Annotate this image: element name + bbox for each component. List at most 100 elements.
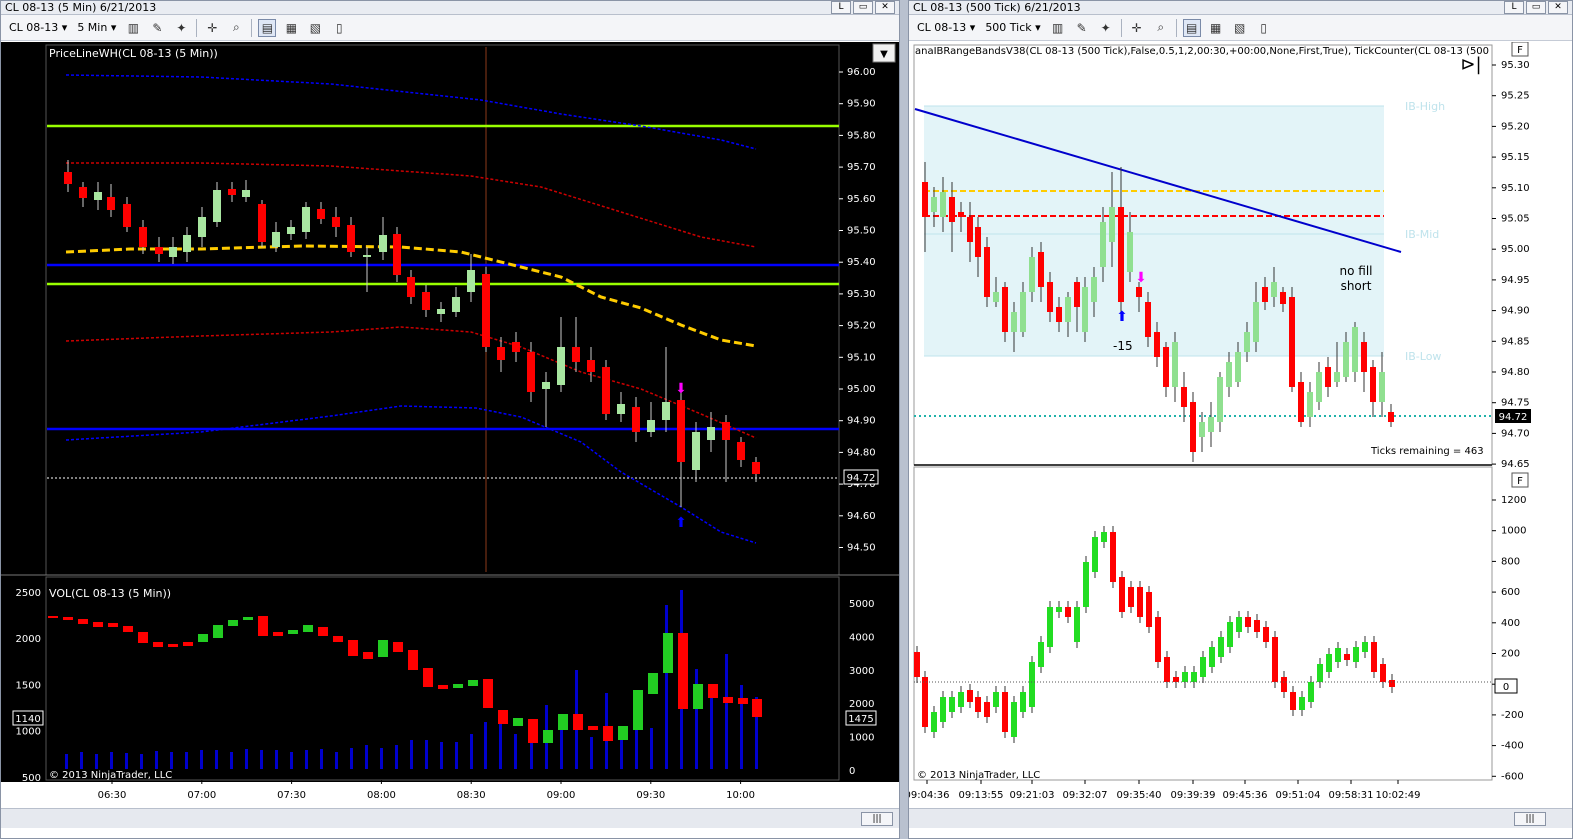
right-interval-selector[interactable]: 500 Tick ▾ (983, 20, 1042, 35)
left-volume-bar (155, 751, 158, 769)
right-copyright: © 2013 NinjaTrader, LLC (917, 770, 1040, 781)
left-maximize-button[interactable]: ▭ (853, 1, 873, 14)
left-price-tick: 95.40 (847, 257, 876, 268)
left-volume-bar (230, 752, 233, 769)
left-scroll-thumb[interactable]: ||| (861, 812, 893, 826)
left-time-tick: 07:00 (187, 790, 216, 801)
right-lower-candle (1110, 526, 1116, 588)
left-price-tick: 95.20 (847, 321, 876, 332)
right-chart-canvas[interactable]: IB-High IB-Mid IB-Low anaIBRangeBandsV38… (909, 42, 1572, 827)
left-candle (258, 200, 266, 247)
right-lower-candle (1119, 571, 1125, 618)
left-volume-bar (125, 753, 128, 769)
left-volume-candle (48, 616, 58, 618)
left-volume-candle (588, 726, 598, 730)
chart-properties-icon[interactable]: ▧ (306, 19, 324, 37)
right-time-tick: 09:32:07 (1063, 790, 1108, 801)
left-volume-candle (333, 636, 343, 642)
left-volume-candle (633, 690, 643, 730)
right-last-price: 94.72 (1499, 412, 1528, 423)
left-price-tick: 95.50 (847, 226, 876, 237)
strategy-icon[interactable]: ▯ (330, 19, 348, 37)
bar-style-icon[interactable]: ▥ (1049, 19, 1067, 37)
strategy-icon[interactable]: ▯ (1255, 19, 1273, 37)
left-volume-candle (318, 627, 328, 636)
chart-properties-icon[interactable]: ▧ (1231, 19, 1249, 37)
crosshair-icon[interactable]: ✛ (1128, 19, 1146, 37)
annotation-no-fill: no fill (1340, 264, 1373, 278)
left-volume-bar (305, 750, 308, 769)
right-time-tick: 09:35:40 (1117, 790, 1162, 801)
left-chart-canvas[interactable]: ▼ PriceLineWH(CL 08-13 (5 Min)) VOL(CL 0… (1, 42, 899, 827)
left-price-tick: 94.80 (847, 447, 876, 458)
left-volume-bar (95, 754, 98, 769)
left-volume-candle (528, 719, 538, 743)
right-lower-tick: 400 (1501, 618, 1520, 629)
right-lower-candle (1011, 696, 1017, 743)
left-volume-tick-left: 1000 (16, 727, 41, 738)
right-scroll-thumb[interactable]: ||| (1514, 812, 1546, 826)
right-title: CL 08-13 (500 Tick) 6/21/2013 (913, 1, 1081, 14)
left-volume-bar (425, 740, 428, 769)
left-volume-candle (693, 684, 703, 709)
drawing-tool-icon[interactable]: ✎ (1073, 19, 1091, 37)
left-volume-bar (260, 750, 263, 769)
left-volume-bar (470, 734, 473, 769)
left-volume-candle (453, 684, 463, 688)
left-volume-bar (290, 752, 293, 769)
window-splitter[interactable] (900, 0, 908, 839)
bar-style-icon[interactable]: ▥ (124, 19, 142, 37)
left-volume-candle (738, 698, 748, 704)
crosshair-icon[interactable]: ✛ (203, 19, 221, 37)
left-volume-candle (93, 622, 103, 627)
right-lower-candle (1272, 631, 1278, 688)
chart-style-icon[interactable]: ▤ (258, 18, 277, 37)
zoom-icon[interactable]: ⌕ (227, 19, 245, 37)
chart-style-icon[interactable]: ▤ (1182, 18, 1201, 37)
indicator-icon[interactable]: ✦ (172, 19, 190, 37)
left-price-tick: 96.00 (847, 67, 876, 78)
zoom-icon[interactable]: ⌕ (1152, 19, 1170, 37)
left-link-button[interactable]: L (831, 1, 851, 14)
right-price-tick: 94.70 (1501, 428, 1530, 439)
left-volume-candle (213, 625, 223, 638)
right-lower-tick: 200 (1501, 649, 1520, 660)
indicator-icon[interactable]: ✦ (1097, 19, 1115, 37)
left-close-button[interactable]: ✕ (875, 1, 895, 14)
left-volume-bar (725, 654, 728, 769)
left-horizontal-scrollbar[interactable]: ||| (1, 808, 899, 828)
drawing-tool-icon[interactable]: ✎ (148, 19, 166, 37)
right-instrument-selector[interactable]: CL 08-13 ▾ (915, 20, 977, 35)
right-close-button[interactable]: ✕ (1548, 1, 1568, 14)
left-volume-candle (438, 685, 448, 689)
svg-text:⬇: ⬇ (1135, 270, 1147, 286)
ib-low-label: IB-Low (1405, 350, 1441, 363)
right-time-tick: 10:02:49 (1376, 790, 1421, 801)
left-volume-label: VOL(CL 08-13 (5 Min)) (49, 587, 171, 600)
right-lower-tick: -400 (1501, 741, 1524, 752)
left-volume-bar (320, 749, 323, 769)
left-time-tick: 08:00 (367, 790, 396, 801)
trade-marker-label: -15 (1113, 339, 1133, 353)
data-box-icon[interactable]: ▦ (282, 19, 300, 37)
left-volume-candle (393, 642, 403, 652)
left-candle (482, 267, 490, 352)
right-maximize-button[interactable]: ▭ (1526, 1, 1546, 14)
left-volume-bar (245, 749, 248, 769)
left-volume-candle (423, 668, 433, 687)
right-price-tick: 94.85 (1501, 336, 1530, 347)
left-price-tick: 94.90 (847, 416, 876, 427)
left-instrument-selector[interactable]: CL 08-13 ▾ (7, 20, 69, 35)
left-volume-tick: 2000 (849, 699, 874, 710)
left-price-tick: 95.80 (847, 130, 876, 141)
left-price-tick: 95.10 (847, 352, 876, 363)
left-chart-window: CL 08-13 (5 Min) 6/21/2013 L ▭ ✕ CL 08-1… (0, 0, 900, 839)
right-horizontal-scrollbar[interactable]: ||| (909, 808, 1572, 828)
left-volume-tick: 0 (849, 766, 855, 777)
left-volume-tick: 4000 (849, 632, 874, 643)
left-volume-candle (618, 726, 628, 740)
data-box-icon[interactable]: ▦ (1207, 19, 1225, 37)
right-link-button[interactable]: L (1504, 1, 1524, 14)
right-chart-window: CL 08-13 (500 Tick) 6/21/2013 L ▭ ✕ CL 0… (908, 0, 1573, 839)
left-interval-selector[interactable]: 5 Min ▾ (75, 20, 118, 35)
